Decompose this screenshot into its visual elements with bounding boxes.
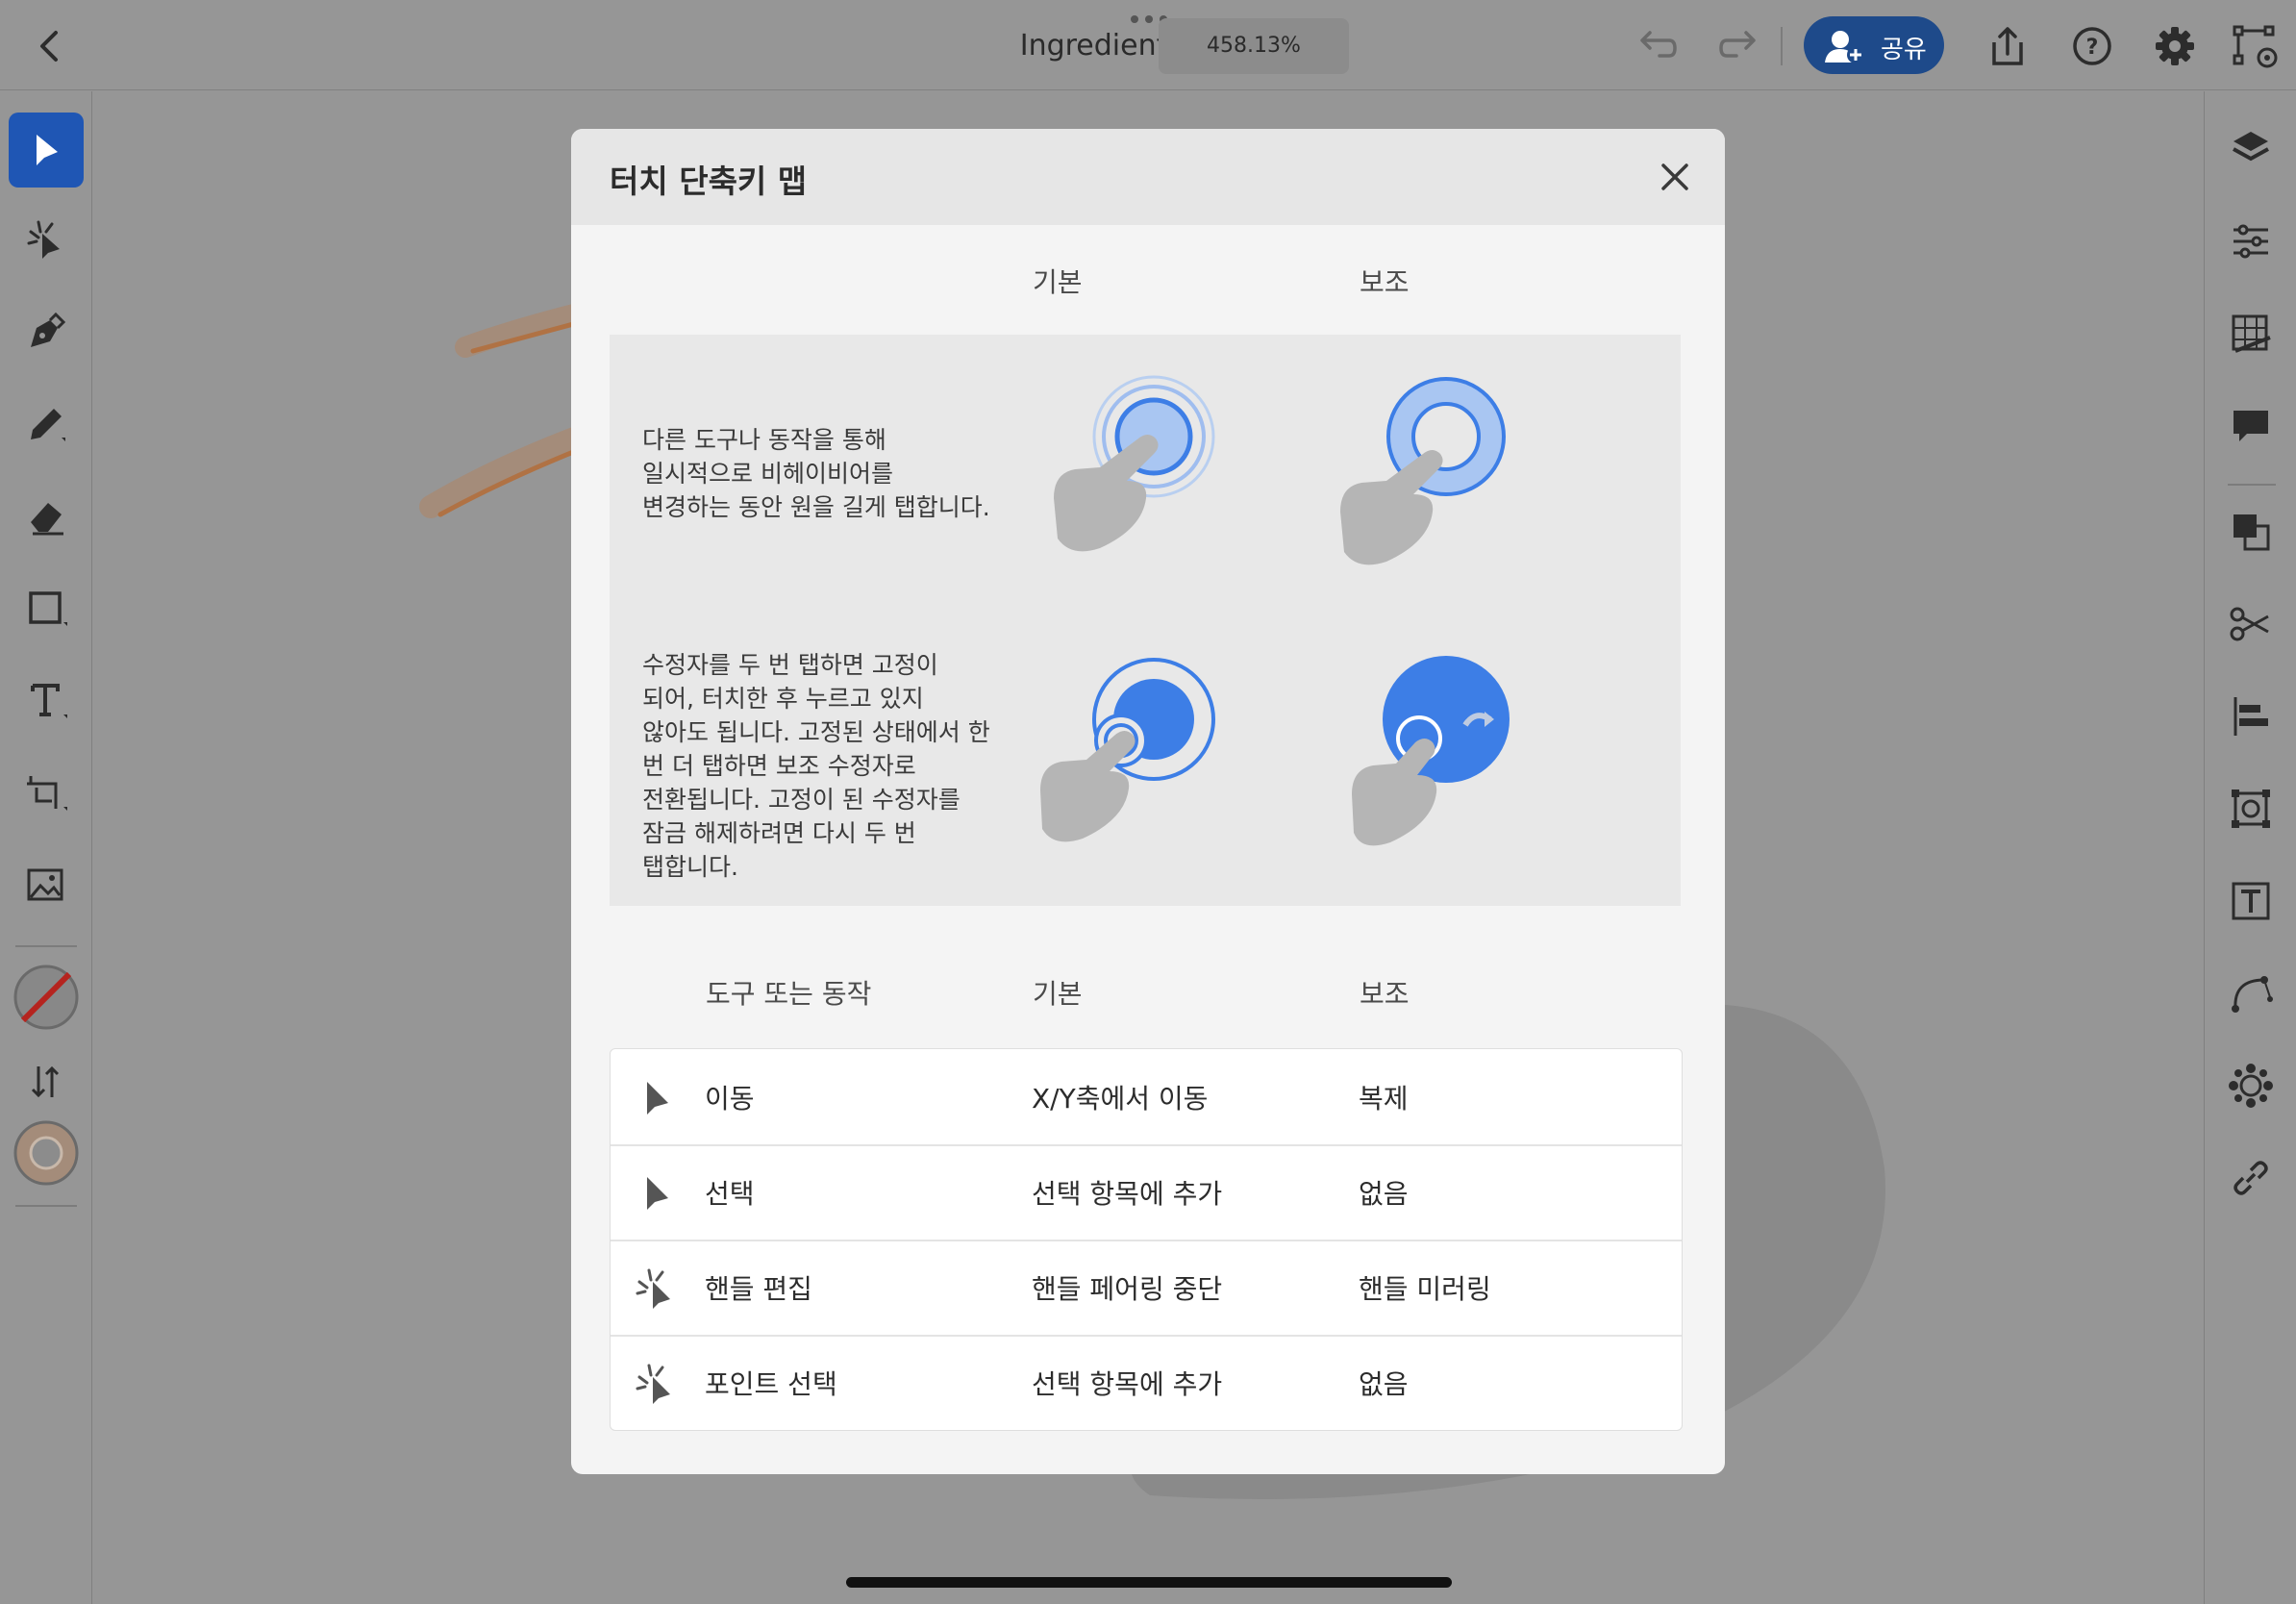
double-tap-primary-gesture-icon (1040, 658, 1215, 842)
crop-icon (27, 776, 67, 811)
crop-tool-button[interactable] (8, 755, 85, 832)
left-toolbar (0, 91, 92, 1604)
zoom-level[interactable]: 458.13% (1159, 18, 1349, 74)
row-primary: 핸들 페어링 중단 (1032, 1273, 1223, 1305)
comment-icon[interactable] (2226, 401, 2276, 451)
link-icon[interactable] (2226, 1153, 2276, 1203)
row-secondary: 핸들 미러링 (1359, 1273, 1491, 1305)
table-row: 이동 X/Y축에서 이동 복제 (611, 1049, 1682, 1146)
undo-icon[interactable] (1631, 21, 1681, 71)
layers-icon[interactable] (2226, 124, 2276, 174)
pencil-icon (31, 409, 65, 441)
image-icon (27, 868, 63, 901)
table-header-tool: 도구 또는 동작 (706, 978, 872, 1010)
hold-secondary-gesture-icon (1340, 377, 1506, 565)
image-tool-button[interactable] (8, 847, 85, 924)
row-secondary: 복제 (1359, 1083, 1409, 1115)
add-user-icon (1825, 31, 1864, 63)
table-row: 핸들 편집 핸들 페어링 중단 핸들 미러링 (611, 1240, 1682, 1337)
row-secondary: 없음 (1359, 1178, 1409, 1210)
fill-color-icon (13, 1120, 79, 1186)
gesture-header-primary: 기본 (1033, 266, 1083, 298)
shape-tool-button[interactable] (8, 570, 85, 647)
fill-color-button[interactable] (8, 1115, 85, 1191)
toolbar-divider (1781, 27, 1783, 65)
row-tool: 포인트 선택 (705, 1368, 837, 1400)
export-icon[interactable] (1983, 21, 2033, 71)
document-title[interactable]: Ingredients (923, 29, 1183, 63)
row-primary: 선택 항목에 추가 (1032, 1368, 1223, 1400)
eraser-tool-button[interactable] (8, 478, 85, 555)
back-button[interactable] (27, 23, 73, 69)
svg-text:?: ? (2086, 36, 2099, 60)
transform-icon[interactable] (2226, 784, 2276, 834)
selection-tool-button[interactable] (9, 113, 84, 188)
pen-tool-button[interactable] (8, 293, 85, 370)
gesture-description-hold: 다른 도구나 동작을 통해 일시적으로 비헤이비어를 변경하는 동안 원을 길게… (642, 426, 990, 521)
close-button[interactable] (1652, 154, 1698, 200)
redo-icon[interactable] (1715, 21, 1765, 71)
move-arrow-icon (647, 1082, 668, 1115)
toolbar-divider (15, 945, 77, 947)
hold-primary-gesture-icon (1054, 375, 1215, 552)
eraser-icon (31, 503, 63, 536)
handle-edit-icon (636, 1268, 670, 1309)
table-header-primary: 기본 (1033, 978, 1083, 1010)
repeat-grid-icon[interactable] (2226, 1061, 2276, 1111)
path-icon[interactable] (2226, 968, 2276, 1018)
align-icon[interactable] (2226, 691, 2276, 741)
home-indicator[interactable] (846, 1577, 1452, 1588)
toolbar-divider (15, 1205, 77, 1207)
scissors-icon[interactable] (2226, 599, 2276, 649)
row-primary: 선택 항목에 추가 (1032, 1178, 1223, 1210)
combine-shapes-icon[interactable] (2226, 507, 2276, 557)
pencil-tool-button[interactable] (8, 386, 85, 463)
point-select-icon (636, 1364, 670, 1404)
row-tool: 선택 (705, 1178, 755, 1210)
text-tool-button[interactable] (8, 663, 85, 739)
right-toolbar (2204, 91, 2296, 1604)
path-touch-icon[interactable] (2231, 21, 2281, 71)
close-icon (1661, 163, 1688, 190)
swap-colors-button[interactable] (8, 1043, 85, 1120)
top-bar: Ingredients 458.13% 공유 ? (0, 0, 2296, 90)
touch-shortcut-dialog: 터치 단축키 맵 기본 보조 다른 도구나 동작을 통해 일시적으로 비헤이비어… (571, 129, 1725, 1474)
swap-icon (31, 1065, 60, 1098)
rectangle-icon (29, 591, 67, 626)
stroke-color-icon (13, 965, 79, 1030)
double-tap-secondary-gesture-icon (1352, 656, 1510, 846)
properties-icon[interactable] (2226, 216, 2276, 266)
direct-select-icon (27, 220, 60, 259)
type-panel-icon[interactable] (2226, 876, 2276, 926)
chevron-left-icon (40, 31, 58, 62)
gesture-panel: 다른 도구나 동작을 통해 일시적으로 비헤이비어를 변경하는 동안 원을 길게… (610, 335, 1681, 906)
stroke-color-button[interactable] (8, 959, 85, 1036)
gesture-description-double-tap: 수정자를 두 번 탭하면 고정이 되어, 터치한 후 누르고 있지 않아도 됩니… (642, 651, 990, 881)
direct-select-tool-button[interactable] (8, 201, 85, 278)
table-row: 포인트 선택 선택 항목에 추가 없음 (611, 1335, 1682, 1430)
share-button[interactable]: 공유 (1804, 16, 1944, 74)
toolbar-divider (2228, 484, 2276, 486)
gesture-header-secondary: 보조 (1360, 266, 1410, 298)
dialog-title: 터치 단축키 맵 (610, 163, 808, 200)
row-secondary: 없음 (1359, 1368, 1409, 1400)
text-icon (31, 684, 67, 718)
shortcut-table: 이동 X/Y축에서 이동 복제 선택 선택 항목에 추가 없음 핸들 편집 핸들… (610, 1048, 1683, 1431)
row-primary: X/Y축에서 이동 (1032, 1083, 1209, 1115)
table-row: 선택 선택 항목에 추가 없음 (611, 1144, 1682, 1241)
pen-icon (31, 312, 66, 347)
dialog-header: 터치 단축키 맵 (571, 129, 1725, 225)
row-tool: 핸들 편집 (705, 1273, 812, 1305)
selection-arrow-icon (37, 135, 58, 165)
grid-icon[interactable] (2226, 309, 2276, 359)
table-header-secondary: 보조 (1360, 978, 1410, 1010)
share-label: 공유 (1881, 36, 1927, 64)
help-icon[interactable]: ? (2067, 21, 2117, 71)
settings-gear-icon[interactable] (2150, 21, 2200, 71)
row-tool: 이동 (705, 1083, 755, 1115)
select-arrow-icon (647, 1177, 668, 1210)
